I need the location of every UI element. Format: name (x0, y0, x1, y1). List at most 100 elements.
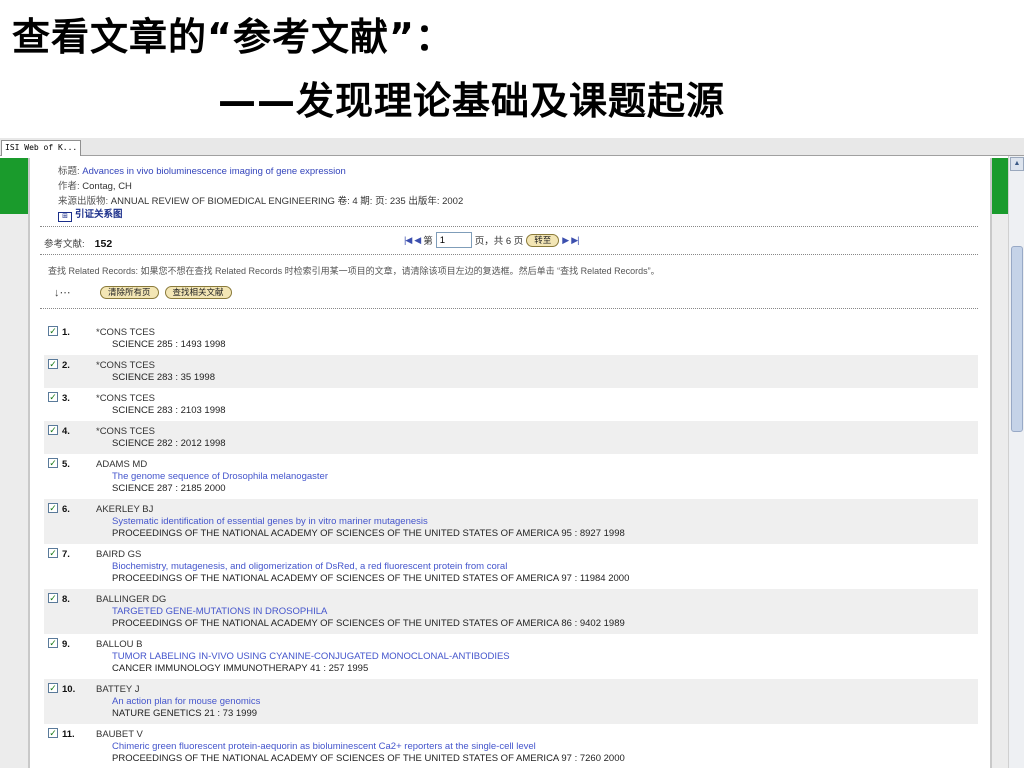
reference-title-link[interactable]: Systematic identification of essential g… (112, 516, 428, 527)
reference-source: SCIENCE 282 : 2012 1998 (112, 438, 226, 449)
reference-checkbox[interactable]: ✓ (48, 548, 58, 558)
reference-source: PROCEEDINGS OF THE NATIONAL ACADEMY OF S… (112, 573, 630, 584)
reference-author: BATTEY J (96, 684, 140, 695)
reference-number: 9. (62, 639, 70, 650)
reference-author: *CONS TCES (96, 360, 155, 371)
reference-source: PROCEEDINGS OF THE NATIONAL ACADEMY OF S… (112, 618, 625, 629)
reference-title-link[interactable]: TUMOR LABELING IN-VIVO USING CYANINE-CON… (112, 651, 510, 662)
select-arrow-icon: ↓⋯ (54, 287, 71, 299)
article-title-label: 标题: (58, 166, 80, 177)
reference-checkbox[interactable]: ✓ (48, 593, 58, 603)
reference-row: ✓ 10. BATTEY J An action plan for mouse gen… (44, 679, 978, 724)
first-page-icon[interactable]: |◀ (404, 235, 412, 246)
reference-checkbox[interactable]: ✓ (48, 326, 58, 336)
reference-count-label: 参考文献: (44, 239, 85, 250)
reference-number: 3. (62, 393, 70, 404)
reference-number: 8. (62, 594, 70, 605)
slide-title: 查看文章的“参考文献”： (12, 15, 454, 59)
reference-row: ✓ 2. *CONS TCES SCIENCE 283 : 35 1998 (44, 355, 978, 388)
action-row: ↓⋯ 清除所有页 查找相关文献 (54, 286, 232, 299)
reference-row: ✓ 6. AKERLEY BJ Systematic identification o… (44, 499, 978, 544)
reference-number: 5. (62, 459, 70, 470)
last-page-icon[interactable]: ▶| (571, 235, 579, 246)
divider (40, 308, 978, 309)
reference-row: ✓ 5. ADAMS MD The genome sequence of Drosop… (44, 454, 978, 499)
reference-author: BALLOU B (96, 639, 143, 650)
reference-author: ADAMS MD (96, 459, 148, 470)
related-records-help: 查找 Related Records: 如果您不想在查找 Related Rec… (48, 266, 660, 276)
slide-subtitle: ——发现理论基础及课题起源 (218, 79, 726, 123)
reference-author: BAUBET V (96, 729, 143, 740)
reference-checkbox[interactable]: ✓ (48, 728, 58, 738)
pagination: |◀ ◀ 第 页，共 6 页 转至 ▶ ▶| (404, 232, 580, 248)
reference-checkbox[interactable]: ✓ (48, 638, 58, 648)
clear-all-button[interactable]: 清除所有页 (100, 286, 159, 299)
reference-title-link[interactable]: Chimeric green fluorescent protein-aequo… (112, 741, 536, 752)
article-title-link[interactable]: Advances in vivo bioluminescence imaging… (82, 166, 346, 177)
reference-number: 10. (62, 684, 76, 695)
scroll-thumb[interactable] (1011, 246, 1023, 432)
page-suffix: 页，共 6 页 (474, 236, 524, 247)
reference-title-link[interactable]: The genome sequence of Drosophila melano… (112, 471, 328, 482)
goto-page-button[interactable]: 转至 (526, 233, 560, 247)
next-page-icon[interactable]: ▶ (562, 235, 569, 246)
reference-checkbox[interactable]: ✓ (48, 392, 58, 402)
reference-number: 7. (62, 549, 70, 560)
reference-source: NATURE GENETICS 21 : 73 1999 (112, 708, 258, 719)
page-gutter-right (992, 214, 1008, 768)
reference-row: ✓ 4. *CONS TCES SCIENCE 282 : 2012 1998 (44, 421, 978, 454)
reference-source: SCIENCE 283 : 35 1998 (112, 372, 215, 383)
article-author-label: 作者: (58, 181, 80, 192)
reference-author: *CONS TCES (96, 327, 155, 338)
reference-title-link[interactable]: Biochemistry, mutagenesis, and oligomeri… (112, 561, 507, 572)
reference-source: SCIENCE 287 : 2185 2000 (112, 483, 226, 494)
prev-page-icon[interactable]: ◀ (414, 235, 421, 246)
reference-title-link[interactable]: An action plan for mouse genomics (112, 696, 260, 707)
reference-checkbox[interactable]: ✓ (48, 458, 58, 468)
reference-author: AKERLEY BJ (96, 504, 154, 515)
article-source-row: 来源出版物: ANNUAL REVIEW OF BIOMEDICAL ENGIN… (58, 193, 463, 207)
reference-checkbox[interactable]: ✓ (48, 359, 58, 369)
reference-row: ✓ 7. BAIRD GS Biochemistry, mutagenesis, an… (44, 544, 978, 589)
article-author-value: Contag, CH (82, 181, 132, 192)
reference-number: 4. (62, 426, 70, 437)
page-border-right (990, 158, 992, 768)
citation-map-link[interactable]: ⊞ 引证关系图 (58, 206, 123, 222)
divider (40, 254, 978, 255)
reference-list: ✓ 1. *CONS TCES SCIENCE 285 : 1493 1998 ✓ 2. *… (44, 322, 978, 768)
page-content: 标题: Advances in vivo bioluminescence ima… (30, 158, 990, 768)
reference-author: *CONS TCES (96, 426, 155, 437)
browser-tab[interactable]: ISI Web of K... (1, 140, 81, 156)
vertical-scrollbar[interactable]: ▲ (1008, 156, 1024, 768)
article-title-row: 标题: Advances in vivo bioluminescence ima… (58, 163, 346, 177)
page-number-input[interactable] (435, 232, 472, 248)
page-prefix: 第 (423, 236, 433, 247)
reference-source: PROCEEDINGS OF THE NATIONAL ACADEMY OF S… (112, 753, 625, 764)
reference-row: ✓ 3. *CONS TCES SCIENCE 283 : 2103 1998 (44, 388, 978, 421)
reference-author: *CONS TCES (96, 393, 155, 404)
reference-source: SCIENCE 285 : 1493 1998 (112, 339, 226, 350)
article-author-row: 作者: Contag, CH (58, 178, 132, 192)
reference-source: SCIENCE 283 : 2103 1998 (112, 405, 226, 416)
reference-checkbox[interactable]: ✓ (48, 425, 58, 435)
cite-map-icon: ⊞ (58, 212, 72, 222)
article-source-value: ANNUAL REVIEW OF BIOMEDICAL ENGINEERING … (110, 196, 464, 207)
reference-number: 11. (62, 729, 75, 740)
divider (40, 226, 978, 227)
scroll-up-icon[interactable]: ▲ (1010, 157, 1024, 171)
reference-author: BALLINGER DG (96, 594, 167, 605)
reference-number: 6. (62, 504, 70, 515)
reference-source: CANCER IMMUNOLOGY IMMUNOTHERAPY 41 : 257… (112, 663, 369, 674)
reference-title-link[interactable]: TARGETED GENE-MUTATIONS IN DROSOPHILA (112, 606, 327, 617)
find-related-button[interactable]: 查找相关文献 (164, 286, 232, 299)
reference-author: BAIRD GS (96, 549, 142, 560)
reference-row: ✓ 11. BAUBET V Chimeric green fluorescent p… (44, 724, 978, 768)
reference-count-value: 152 (94, 238, 113, 250)
reference-source: PROCEEDINGS OF THE NATIONAL ACADEMY OF S… (112, 528, 625, 539)
citation-map-label: 引证关系图 (75, 209, 123, 220)
reference-checkbox[interactable]: ✓ (48, 683, 58, 693)
green-accent-bar-right (992, 158, 1008, 214)
reference-checkbox[interactable]: ✓ (48, 503, 58, 513)
green-accent-bar-left (0, 158, 28, 214)
tab-bar: ISI Web of K... (0, 138, 1024, 156)
